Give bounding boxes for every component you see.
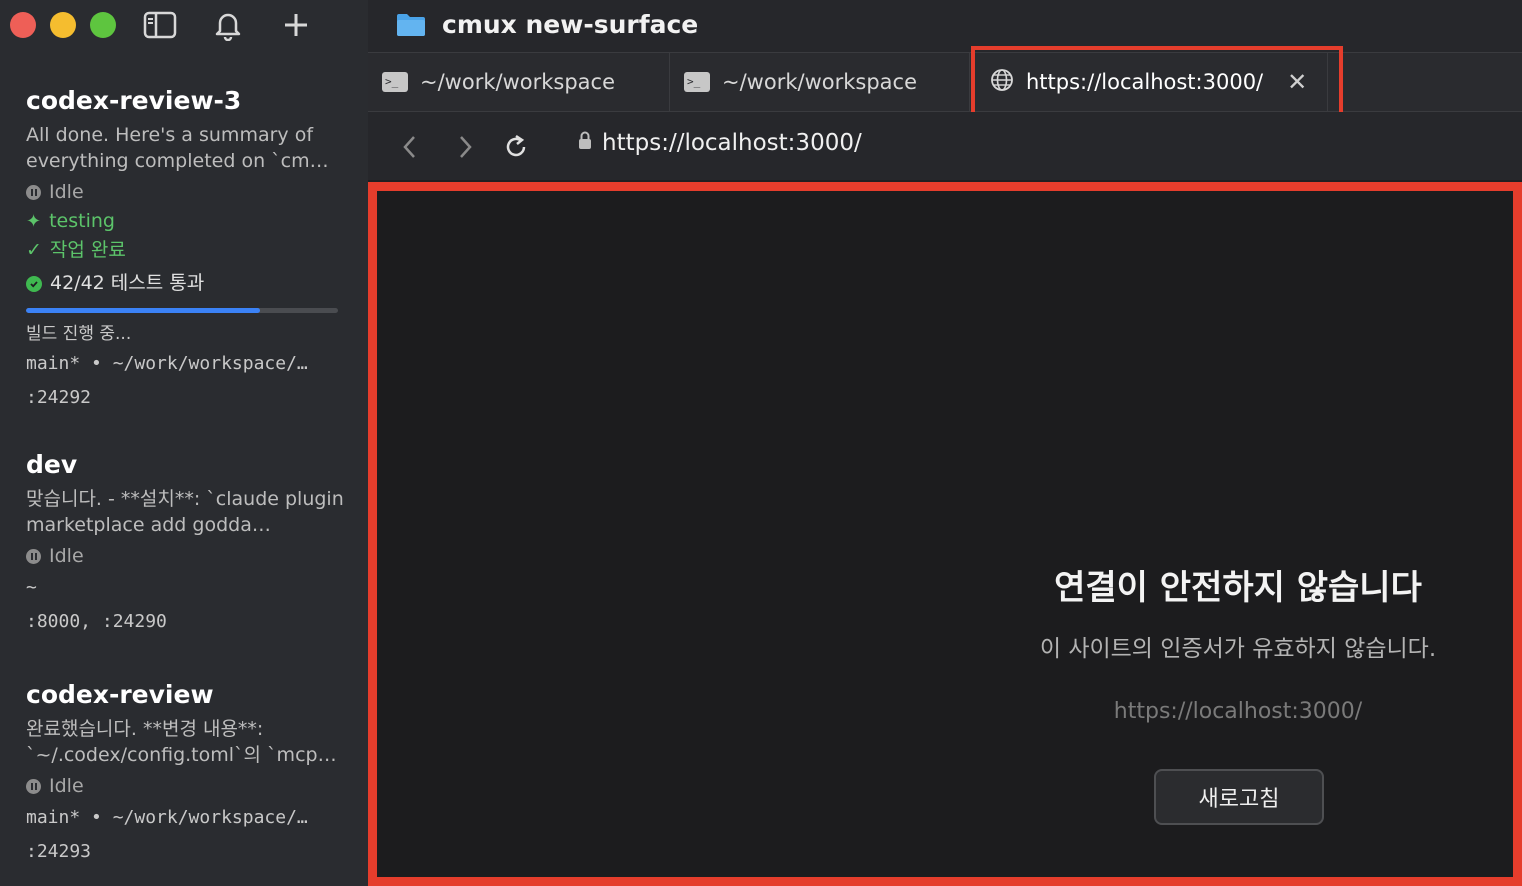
workspace-title: codex-review [26,680,214,709]
pause-icon [26,549,41,564]
tab-browser[interactable]: https://localhost:3000/ ✕ [976,53,1328,111]
close-window-button[interactable] [10,12,36,38]
checkmark-icon: ✓ [26,239,42,261]
branch-path: main* • ~/work/workspace/… [26,807,308,828]
tests-label: 42/42 테스트 통과 [50,272,205,294]
back-icon[interactable] [393,130,427,164]
workspace-item-dev[interactable]: dev 맞습니다. - **설치**: `claude plugin marke… [26,450,344,639]
tab-bar: >_ ~/work/workspace >_ ~/work/workspace … [368,53,1522,112]
path: ~ [26,577,37,598]
workspace-title: codex-review-3 [26,86,242,115]
sparkle-icon: ✦ [26,211,42,232]
workspace-description: 완료했습니다. **변경 내용**: `~/.codex/config.toml… [26,718,337,766]
tab-label: https://localhost:3000/ [1026,70,1264,94]
terminal-icon: >_ [382,72,408,92]
done-label: 작업 완료 [49,239,126,261]
ports: :8000, :24290 [26,611,167,632]
sidebar: codex-review-3 All done. Here's a summar… [0,0,368,886]
lock-icon [578,130,592,156]
workspace-title: dev [26,450,78,479]
branch-path: main* • ~/work/workspace/… [26,353,308,374]
ports: :24293 [26,841,92,862]
ports: :24292 [26,387,92,408]
status-label: Idle [49,545,84,567]
status-label: Idle [49,775,84,797]
globe-icon [990,68,1014,97]
workspace-description: 맞습니다. - **설치**: `claude plugin marketpla… [26,488,344,536]
error-title: 연결이 안전하지 않습니다 [1054,568,1422,608]
status-row: Idle [26,542,344,571]
terminal-icon: >_ [684,72,710,92]
address-bar[interactable]: https://localhost:3000/ [578,130,862,156]
window-title: cmux new-surface [442,10,699,39]
window-controls [10,12,116,38]
tab-terminal-1[interactable]: >_ ~/work/workspace [368,53,670,111]
error-url: https://localhost:3000/ [1113,699,1363,724]
url-text: https://localhost:3000/ [602,130,862,156]
plus-icon[interactable] [278,8,314,42]
workspace-item-codex-review-3[interactable]: codex-review-3 All done. Here's a summar… [26,86,344,415]
forward-icon[interactable] [448,130,482,164]
tab-label: ~/work/workspace [722,70,917,94]
progress-fill [26,308,260,313]
progress-bar [26,308,338,313]
error-subtitle: 이 사이트의 인증서가 유효하지 않습니다. [1039,636,1437,662]
done-row: ✓ 작업 완료 [26,236,344,265]
reload-icon[interactable] [499,130,533,164]
minimize-window-button[interactable] [50,12,76,38]
tag-label: testing [49,210,115,232]
title-bar: cmux new-surface [368,0,1522,53]
tab-label: ~/work/workspace [420,70,615,94]
workspace-description: All done. Here's a summary of everything… [26,124,329,172]
tab-terminal-2[interactable]: >_ ~/work/workspace [670,53,970,111]
pause-icon [26,779,41,794]
tag-row: ✦ testing [26,207,344,236]
status-label: Idle [49,181,84,203]
check-circle-icon [26,275,42,292]
browser-toolbar: https://localhost:3000/ [368,112,1522,180]
browser-content: 연결이 안전하지 않습니다 이 사이트의 인증서가 유효하지 않습니다. htt… [368,182,1522,886]
close-tab-icon[interactable]: ✕ [1287,68,1307,96]
status-row: Idle [26,772,344,801]
workspace-item-codex-review[interactable]: codex-review 완료했습니다. **변경 내용**: `~/.code… [26,680,344,869]
sidebar-toggle-icon[interactable] [142,8,178,42]
build-status: 빌드 진행 중... [26,324,132,344]
status-row: Idle [26,178,344,207]
tests-row: 42/42 테스트 통과 [26,269,344,298]
zoom-window-button[interactable] [90,12,116,38]
folder-icon [396,12,426,42]
reload-button[interactable]: 새로고침 [1154,769,1324,825]
pause-icon [26,185,41,200]
bell-icon[interactable] [210,8,246,42]
